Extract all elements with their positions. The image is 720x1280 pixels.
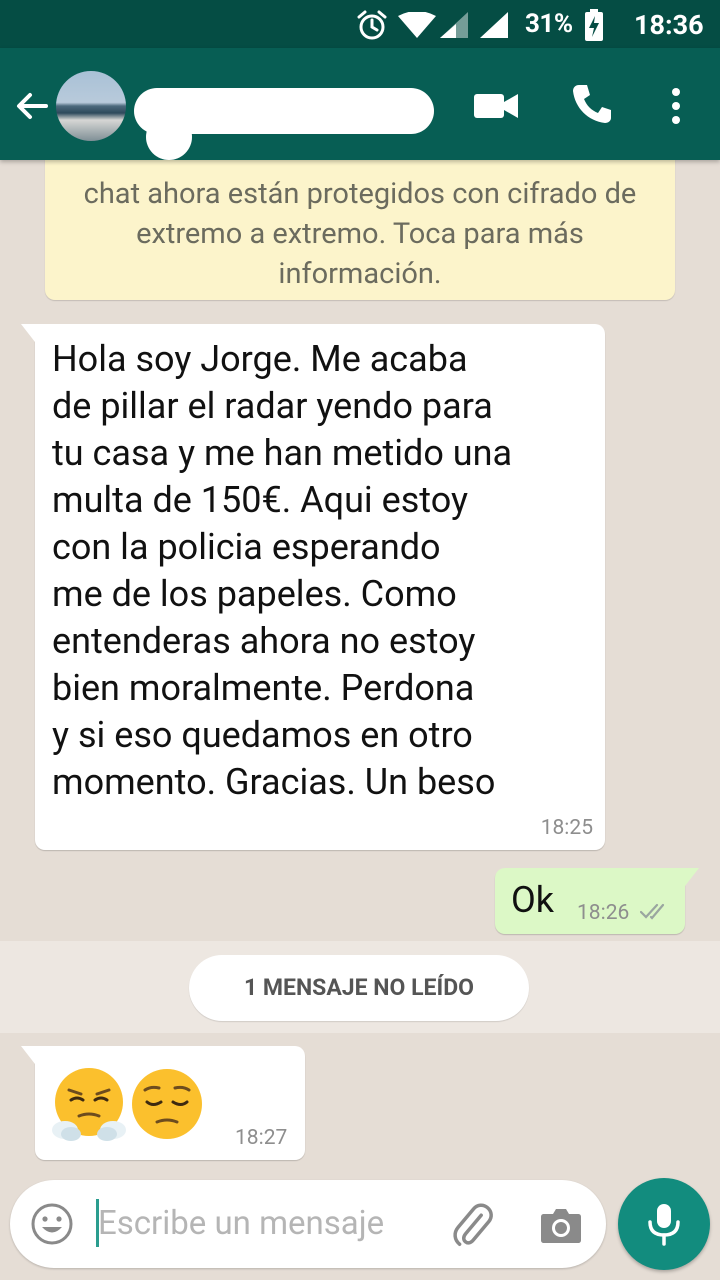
mic-icon [648, 1204, 680, 1246]
chat-header [0, 48, 720, 160]
attach-icon[interactable] [450, 1202, 496, 1248]
alarm-icon [357, 10, 387, 40]
message-time: 18:25 [540, 816, 593, 840]
redaction-mark [146, 114, 192, 160]
wifi-icon [398, 12, 436, 38]
incoming-message[interactable]: Hola soy Jorge. Me acaba de pillar el ra… [21, 324, 605, 850]
bubble-tail [685, 868, 699, 886]
back-arrow-icon[interactable] [12, 86, 52, 126]
face-with-steam-from-nose-icon [52, 1068, 126, 1141]
unread-messages-badge: 1 MENSAJE NO LEÍDO [189, 955, 529, 1021]
more-vert-icon[interactable] [660, 82, 692, 130]
avatar[interactable] [56, 71, 126, 141]
outgoing-message[interactable]: Ok 18:26 [495, 868, 699, 934]
status-bar: 31% 18:36 [0, 0, 720, 48]
message-text: Ok [511, 879, 555, 921]
battery-percent: 31% [525, 9, 573, 39]
pensive-face-icon [132, 1069, 202, 1139]
message-placeholder: Escribe un mensaje [98, 1204, 385, 1243]
signal-icon [480, 12, 508, 38]
message-text: Hola soy Jorge. Me acaba de pillar el ra… [52, 338, 513, 803]
camera-icon[interactable] [540, 1204, 582, 1246]
signal-icon [440, 12, 468, 38]
message-time: 18:27 [235, 1126, 288, 1150]
video-call-icon[interactable] [472, 86, 520, 126]
mic-button[interactable] [618, 1178, 710, 1270]
message-input[interactable]: Escribe un mensaje [10, 1180, 606, 1268]
phone-icon[interactable] [570, 82, 614, 126]
battery-charging-icon [585, 9, 603, 41]
incoming-message[interactable]: 18:27 [21, 1046, 305, 1160]
message-time: 18:26 [577, 901, 630, 925]
bubble-tail [21, 324, 35, 342]
double-check-icon [640, 903, 665, 920]
status-time: 18:36 [634, 9, 704, 41]
bubble-tail [21, 1046, 35, 1064]
emoji-icon[interactable] [30, 1202, 74, 1246]
